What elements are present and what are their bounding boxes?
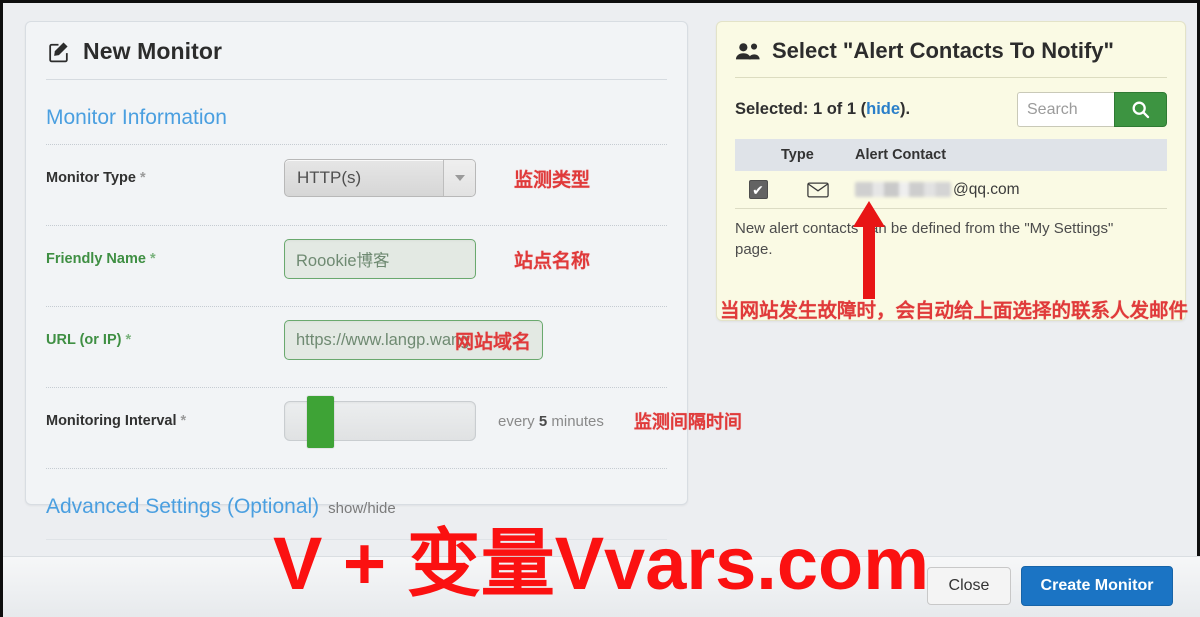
- advanced-settings-toggle[interactable]: Advanced Settings (Optional) show/hide: [26, 469, 687, 519]
- hide-link[interactable]: hide: [866, 100, 900, 118]
- label-monitoring-interval-text: Monitoring Interval: [46, 413, 177, 429]
- alert-contacts-help-text: New alert contacts can be defined from t…: [735, 220, 1114, 259]
- required-marker: *: [180, 413, 187, 429]
- annotation-monitoring-interval: 监测间隔时间: [633, 412, 742, 432]
- row-contact-cell: @qq.com: [855, 181, 1167, 199]
- row-type-cell: [781, 181, 855, 198]
- label-monitor-type: Monitor Type *: [46, 170, 284, 186]
- required-marker: *: [139, 170, 146, 186]
- alert-contacts-panel: Select "Alert Contacts To Notify" Select…: [716, 21, 1186, 321]
- section-heading-monitor-information: Monitor Information: [46, 106, 227, 129]
- selected-row: Selected: 1 of 1 (hide). Search: [717, 78, 1185, 127]
- required-marker: *: [149, 251, 156, 267]
- edit-square-icon: [46, 39, 71, 64]
- search-input[interactable]: Search: [1017, 92, 1114, 127]
- advanced-settings-showhide[interactable]: show/hide: [328, 500, 396, 517]
- selected-count-prefix: Selected: 1 of 1 (: [735, 100, 867, 118]
- control-monitoring-interval: [284, 396, 484, 448]
- table-row[interactable]: ✔ @qq.com: [735, 171, 1167, 209]
- selected-count: Selected: 1 of 1 (hide).: [735, 100, 910, 119]
- alert-contacts-table: Type Alert Contact ✔ @qq.com: [735, 139, 1167, 209]
- redacted-email-prefix: [855, 182, 951, 197]
- search-icon: [1130, 99, 1151, 120]
- form-row-monitoring-interval: Monitoring Interval * every 5 minutes 监测…: [26, 388, 742, 454]
- label-friendly-name: Friendly Name *: [46, 251, 284, 267]
- row-checkbox-cell: ✔: [735, 180, 781, 199]
- advanced-settings-label: Advanced Settings (Optional): [46, 495, 320, 518]
- contact-checkbox[interactable]: ✔: [748, 180, 768, 199]
- monitoring-interval-slider[interactable]: [284, 396, 476, 448]
- annotation-url: 网站域名: [455, 331, 532, 353]
- required-marker: *: [125, 332, 132, 348]
- selected-count-suffix: ).: [900, 100, 911, 118]
- monitor-type-value: HTTP(s): [297, 168, 362, 187]
- friendly-name-value: Roookie博客: [296, 252, 390, 270]
- alert-contacts-title-text: Select "Alert Contacts To Notify": [772, 38, 1114, 63]
- search-button[interactable]: [1114, 92, 1167, 127]
- label-friendly-name-text: Friendly Name: [46, 251, 146, 267]
- form-row-friendly-name: Friendly Name * Roookie博客 站点名称: [26, 226, 687, 292]
- page-title: New Monitor: [26, 22, 687, 65]
- label-url: URL (or IP) *: [46, 332, 284, 348]
- interval-suffix: minutes: [551, 412, 604, 430]
- search-box: Search: [1017, 92, 1167, 127]
- control-url: https://www.langp.wang: [284, 320, 543, 360]
- divider: [46, 539, 667, 540]
- column-header-type: Type: [781, 147, 814, 163]
- friendly-name-input[interactable]: Roookie博客: [284, 239, 476, 279]
- url-value: https://www.langp.wang: [296, 330, 470, 349]
- page-title-text: New Monitor: [83, 38, 223, 64]
- form-row-url: URL (or IP) * https://www.langp.wang 网站域…: [26, 307, 687, 373]
- footer-actions: Close Create Monitor: [927, 566, 1173, 606]
- page-frame: New Monitor Monitor Information Monitor …: [0, 0, 1200, 617]
- new-monitor-panel: New Monitor Monitor Information Monitor …: [25, 21, 742, 540]
- annotation-monitor-type: 监测类型: [514, 169, 591, 191]
- interval-readout: every 5 minutes: [498, 413, 604, 430]
- annotation-friendly-name: 站点名称: [514, 250, 591, 272]
- label-monitoring-interval: Monitoring Interval *: [46, 413, 284, 429]
- form-row-monitor-type: Monitor Type * HTTP(s) 监测类型: [26, 145, 687, 211]
- monitor-type-select[interactable]: HTTP(s): [284, 159, 476, 197]
- label-monitor-type-text: Monitor Type: [46, 170, 136, 186]
- alert-contacts-title: Select "Alert Contacts To Notify": [717, 22, 1185, 64]
- label-url-text: URL (or IP): [46, 332, 122, 348]
- annotation-alert-contacts: 当网站发生故障时，会自动给上面选择的联系人发邮件: [720, 300, 1189, 322]
- chevron-down-icon[interactable]: [443, 160, 475, 196]
- slider-handle[interactable]: [307, 396, 334, 448]
- close-button[interactable]: Close: [927, 567, 1011, 605]
- contact-email-suffix: @qq.com: [953, 180, 1020, 198]
- control-friendly-name: Roookie博客: [284, 239, 484, 279]
- create-monitor-button[interactable]: Create Monitor: [1021, 566, 1173, 606]
- users-icon: [735, 41, 761, 61]
- interval-prefix: every: [498, 412, 535, 430]
- table-header-row: Type Alert Contact: [735, 139, 1167, 171]
- control-monitor-type: HTTP(s): [284, 159, 484, 197]
- column-header-alert-contact: Alert Contact: [855, 147, 947, 163]
- envelope-icon: [807, 181, 829, 198]
- interval-value: 5: [538, 412, 548, 430]
